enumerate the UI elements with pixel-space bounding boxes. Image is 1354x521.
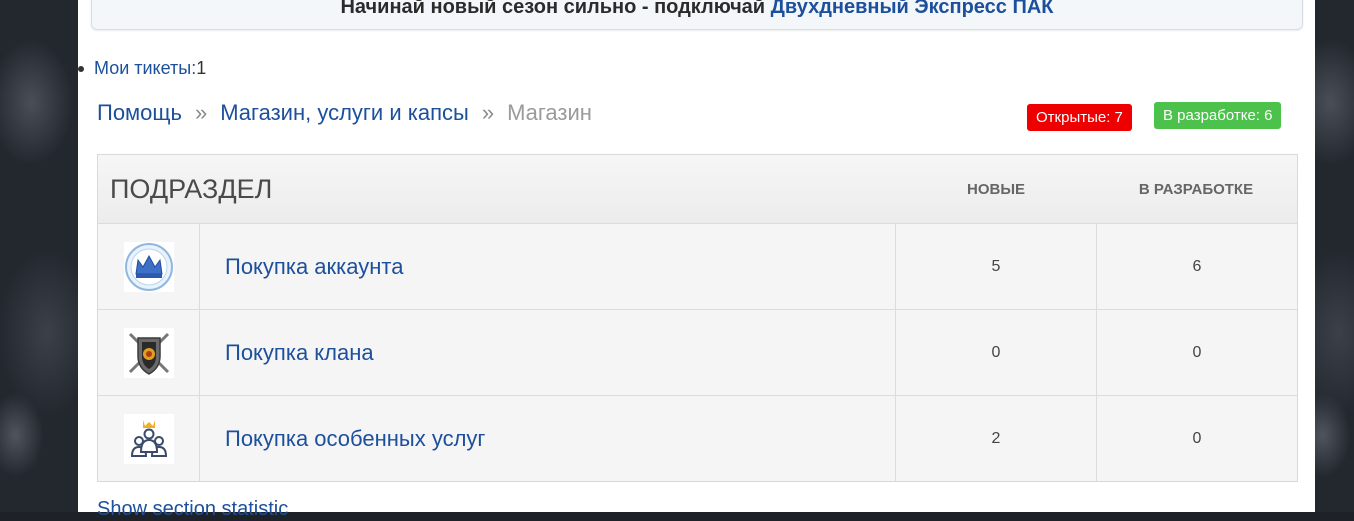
banner-text: Начинай новый сезон сильно - подключай <box>340 0 771 18</box>
row-icon-cell <box>98 310 200 395</box>
header-in-development: В РАЗРАБОТКЕ <box>1138 180 1254 198</box>
row-icon-cell <box>98 396 200 481</box>
breadcrumb: Помощь » Магазин, услуги и капсы » Магаз… <box>97 100 592 126</box>
subsections-table: ПОДРАЗДЕЛ НОВЫЕ В РАЗРАБОТКЕ Покупка акк… <box>97 154 1298 482</box>
in-development-count: 6 <box>1192 257 1202 275</box>
banner-highlight-link[interactable]: Двухдневный Экспресс ПАК <box>771 0 1054 18</box>
subsection-link-special-services[interactable]: Покупка особенных услуг <box>200 396 896 481</box>
my-tickets-link[interactable]: Мои тикеты: <box>94 58 196 79</box>
breadcrumb-current: Магазин <box>507 100 592 125</box>
in-development-badge[interactable]: В разработке: 6 <box>1154 102 1282 129</box>
table-header: ПОДРАЗДЕЛ НОВЫЕ В РАЗРАБОТКЕ <box>98 155 1297 224</box>
breadcrumb-separator: » <box>481 100 495 125</box>
crown-icon <box>123 241 174 292</box>
shield-swords-icon <box>123 327 174 378</box>
background-left <box>0 0 78 512</box>
table-row[interactable]: Покупка особенных услуг 2 0 <box>98 396 1297 481</box>
users-crown-icon <box>123 413 174 464</box>
new-count: 2 <box>896 396 1097 481</box>
show-section-statistic-link[interactable]: Show section statistic <box>97 498 288 521</box>
open-tickets-badge[interactable]: Открытые: 7 <box>1027 104 1132 131</box>
new-count: 0 <box>896 310 1097 395</box>
new-count: 5 <box>896 224 1097 309</box>
in-development-count: 0 <box>1192 429 1202 447</box>
row-icon-cell <box>98 224 200 309</box>
header-new: НОВЫЕ <box>966 180 1026 198</box>
my-tickets-count: 1 <box>196 58 207 78</box>
page-content: Начинай новый сезон сильно - подключай Д… <box>78 0 1315 520</box>
in-development-count: 0 <box>1192 343 1202 361</box>
header-subsection: ПОДРАЗДЕЛ <box>110 173 273 204</box>
background-right <box>1315 0 1354 512</box>
promo-banner: Начинай новый сезон сильно - подключай Д… <box>91 0 1303 30</box>
breadcrumb-separator: » <box>194 100 208 125</box>
subsection-link-account[interactable]: Покупка аккаунта <box>200 224 896 309</box>
breadcrumb-shop-services[interactable]: Магазин, услуги и капсы <box>220 100 469 126</box>
subsection-link-clan[interactable]: Покупка клана <box>200 310 896 395</box>
table-row[interactable]: Покупка аккаунта 5 6 <box>98 224 1297 310</box>
breadcrumb-help[interactable]: Помощь <box>97 100 182 126</box>
bullet-icon <box>78 65 84 72</box>
table-row[interactable]: Покупка клана 0 0 <box>98 310 1297 396</box>
my-tickets: Мои тикеты: 1 <box>78 58 206 79</box>
